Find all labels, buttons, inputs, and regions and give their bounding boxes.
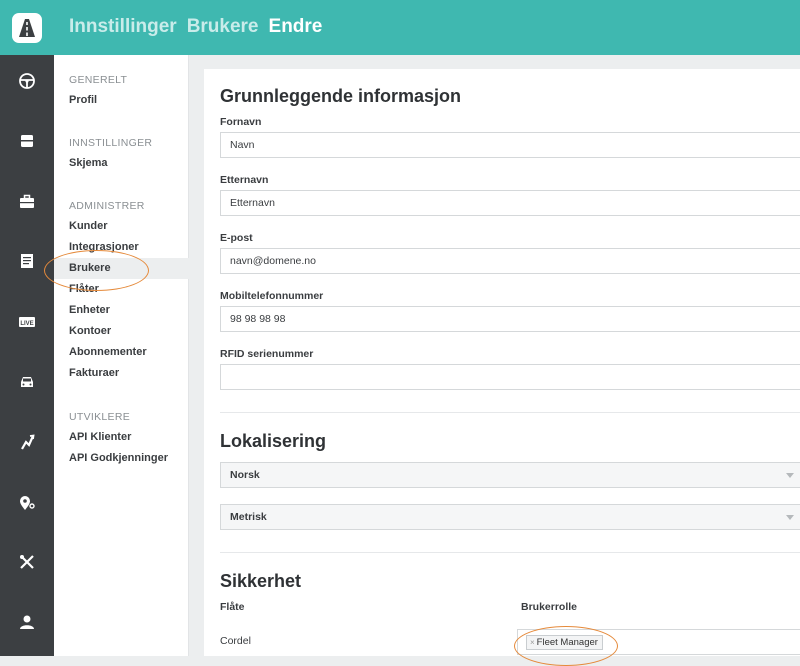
chevron-down-icon [786,473,794,478]
rail-tools[interactable] [0,542,54,582]
sidebar-item-fakturaer[interactable]: Fakturaer [54,363,189,384]
breadcrumb: Innstillinger Brukere Endre [69,16,322,38]
units-select-value: Metrisk [230,511,267,523]
tools-icon [20,555,34,569]
rail-user[interactable] [0,602,54,642]
last-name-field[interactable]: Etternavn [220,190,800,216]
icon-rail: LIVE [0,55,54,656]
rail-steering-wheel[interactable] [0,61,54,101]
section-title-general: GENERELT [69,74,128,86]
column-header-role: Brukerrolle [521,601,578,613]
live-icon: LIVE [19,317,35,327]
role-tag-label: Fleet Manager [536,637,598,648]
home-logo[interactable] [0,0,54,55]
mobile-field[interactable]: 98 98 98 98 [220,306,800,332]
top-header: Innstillinger Brukere Endre [0,0,800,55]
language-select[interactable]: Norsk [220,462,800,488]
units-select[interactable]: Metrisk [220,504,800,530]
section-divider [220,552,800,553]
language-select-value: Norsk [230,469,260,481]
user-icon [20,615,34,629]
receipt-icon [21,254,33,268]
sidebar-item-enheter[interactable]: Enheter [54,300,189,321]
column-header-fleet: Flåte [220,601,245,613]
label-email: E-post [220,232,253,244]
label-rfid: RFID serienummer [220,348,314,360]
rail-route[interactable] [0,422,54,462]
rail-car[interactable] [0,362,54,402]
road-logo-icon [12,12,42,43]
role-multiselect[interactable]: × Fleet Manager [517,629,800,655]
breadcrumb-edit: Endre [268,16,323,37]
label-mobile: Mobiltelefonnummer [220,290,324,302]
label-last-name: Etternavn [220,174,269,186]
label-first-name: Fornavn [220,116,262,128]
fleet-name: Cordel [220,635,251,647]
section-title-developers: UTVIKLERE [69,411,131,423]
heading-basic-info: Grunnleggende informasjon [220,86,462,106]
steering-wheel-icon [19,73,35,89]
sidebar-item-kontoer[interactable]: Kontoer [54,321,189,342]
rail-inbox[interactable] [0,121,54,161]
heading-security: Sikkerhet [220,571,302,591]
section-title-settings: INNSTILLINGER [69,137,153,149]
email-field[interactable]: navn@domene.no [220,248,800,274]
sidebar-item-brukere[interactable]: Brukere [54,258,189,279]
live-label: LIVE [20,321,33,327]
sidebar-item-integrasjoner[interactable]: Integrasjoner [54,237,189,258]
section-divider [220,412,800,413]
route-icon [21,434,35,450]
sidebar-item-api-klienter[interactable]: API Klienter [54,427,189,448]
breadcrumb-settings[interactable]: Innstillinger [69,16,177,38]
sidebar-item-api-godkjenninger[interactable]: API Godkjenninger [54,448,189,469]
sidebar-item-abonnementer[interactable]: Abonnementer [54,342,189,363]
settings-sidebar: GENERELT Profil INNSTILLINGER Skjema ADM… [54,55,189,656]
first-name-field[interactable]: Navn [220,132,800,158]
sidebar-item-kunder[interactable]: Kunder [54,216,189,237]
map-pin-icon [20,496,35,510]
rail-map-pin[interactable] [0,483,54,523]
inbox-icon [21,135,33,147]
rail-briefcase[interactable] [0,182,54,222]
tag-remove-icon[interactable]: × [530,638,535,647]
chevron-down-icon [786,515,794,520]
car-icon [21,377,33,387]
briefcase-icon [20,194,34,208]
edit-user-form: Grunnleggende informasjon Fornavn Navn E… [204,69,800,656]
sidebar-item-skjema[interactable]: Skjema [54,153,189,174]
heading-localization: Lokalisering [220,431,327,451]
rail-receipt[interactable] [0,241,54,281]
breadcrumb-users[interactable]: Brukere [187,16,259,38]
role-tag: × Fleet Manager [526,635,603,650]
section-title-administer: ADMINISTRER [69,200,145,212]
sidebar-item-profil[interactable]: Profil [54,90,189,111]
sidebar-item-flater[interactable]: Flåter [54,279,189,300]
rfid-field[interactable] [220,364,800,390]
rail-live[interactable]: LIVE [0,302,54,342]
